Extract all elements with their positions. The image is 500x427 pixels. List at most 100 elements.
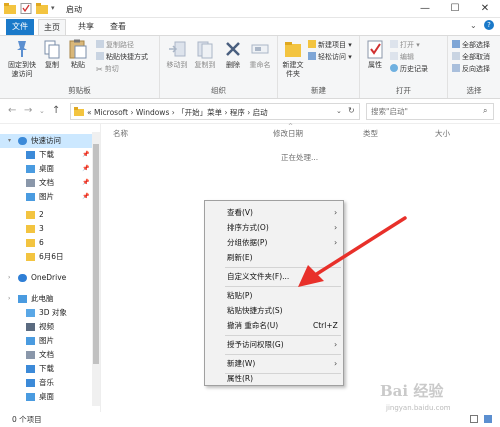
rename-button[interactable]: 重命名 — [246, 39, 274, 70]
sidebar-item[interactable]: 6月6日 — [0, 250, 92, 264]
sidebar-item[interactable]: 3D 对象 — [0, 306, 92, 320]
sidebar-item[interactable]: OneDrive › — [0, 271, 92, 285]
refresh-icon[interactable]: ↻ — [348, 106, 355, 115]
sidebar-item[interactable]: 下载 — [0, 362, 92, 376]
sidebar-item[interactable]: 文档 📌 — [0, 176, 92, 190]
pin-icon[interactable]: 📌 — [82, 190, 89, 204]
sidebar-item[interactable]: 6 — [0, 236, 92, 250]
menu-item-paste-shortcut[interactable]: 粘贴快捷方式(S) — [205, 303, 343, 318]
search-icon[interactable]: ⌕ — [483, 106, 487, 116]
sidebar-item-label: 文档 — [39, 178, 54, 187]
copy-to-label: 复制到 — [194, 61, 216, 69]
select-none-button[interactable]: 全部取消 — [452, 52, 490, 63]
organize-group-label: 组织 — [211, 86, 226, 95]
minimize-button[interactable]: — — [410, 0, 440, 18]
address-row: ← → ⌄ ↑ « Microsoft › Windows › 「开始」菜单 ›… — [0, 99, 500, 124]
sidebar-item-label: 视频 — [39, 322, 54, 331]
new-folder-button[interactable]: 新建文件夹 — [280, 39, 306, 79]
sidebar-item[interactable]: 桌面 📌 — [0, 162, 92, 176]
menu-item-grant-access[interactable]: 授予访问权限(G) › — [205, 337, 343, 352]
menu-item-sort-label: 排序方式(O) — [227, 223, 269, 232]
tab-share[interactable]: 共享 — [72, 19, 100, 35]
recent-locations-icon[interactable]: ⌄ — [39, 107, 45, 115]
sort-caret-icon: ^ — [288, 123, 294, 130]
desktop-icon — [26, 165, 35, 173]
sidebar-item[interactable]: 桌面 — [0, 390, 92, 404]
copy-to-button[interactable]: 复制到 — [192, 39, 218, 70]
pin-icon[interactable]: 📌 — [82, 148, 89, 162]
address-bar[interactable]: « Microsoft › Windows › 「开始」菜单 › 程序 › 启动… — [70, 103, 360, 120]
menu-item-undo-rename[interactable]: 撤消 重命名(U) Ctrl+Z — [205, 318, 343, 333]
tab-home[interactable]: 主页 — [38, 19, 66, 35]
sidebar-item[interactable]: 音乐 — [0, 376, 92, 390]
properties-button[interactable]: 属性 — [364, 39, 386, 70]
copy-path-label: 复制路径 — [106, 41, 134, 49]
history-button[interactable]: 历史记录 — [390, 64, 428, 75]
new-folder-quick-icon[interactable] — [36, 3, 48, 14]
cut-button[interactable]: ✂ 剪切 — [96, 64, 119, 75]
close-button[interactable]: ✕ — [470, 0, 500, 18]
new-group: 新建文件夹 新建项目 ▾ 轻松访问 ▾ 新建 — [278, 36, 360, 98]
address-dropdown-icon[interactable]: ⌄ — [336, 107, 342, 115]
menu-separator — [225, 335, 341, 336]
sidebar-item[interactable]: 此电脑 › — [0, 292, 92, 306]
tab-view[interactable]: 查看 — [104, 19, 132, 35]
sidebar-item-label: 3D 对象 — [39, 308, 67, 317]
new-group-label: 新建 — [311, 86, 326, 95]
forward-arrow-icon[interactable]: → — [24, 105, 32, 116]
paste-button[interactable]: 粘贴 — [66, 39, 90, 70]
sidebar-item[interactable]: 图片 📌 — [0, 190, 92, 204]
sidebar-item-label: 此电脑 — [31, 294, 54, 303]
nav-scrollbar-thumb[interactable] — [93, 144, 99, 364]
sidebar-item[interactable]: 视频 — [0, 320, 92, 334]
search-input[interactable] — [367, 104, 477, 119]
open-button[interactable]: 打开 ▾ — [390, 40, 420, 51]
search-box[interactable]: ⌕ — [366, 103, 494, 120]
select-all-button[interactable]: 全部选择 — [452, 40, 490, 51]
column-header-type[interactable]: 类型 — [363, 128, 378, 139]
help-icon[interactable]: ? — [484, 20, 494, 30]
ribbon-collapse-icon[interactable]: ⌄ — [470, 21, 477, 30]
sidebar-item[interactable]: 图片 — [0, 334, 92, 348]
select-all-icon — [452, 40, 460, 48]
expand-chevron-icon[interactable]: ▾ — [8, 134, 11, 148]
delete-button[interactable]: 删除 — [222, 39, 244, 70]
pin-to-quick-access-button[interactable]: 固定到快速访问 — [4, 39, 40, 79]
column-header-name[interactable]: 名称 — [113, 128, 128, 139]
menu-item-view-label: 查看(V) — [227, 208, 253, 217]
easy-access-button[interactable]: 轻松访问 ▾ — [308, 52, 352, 63]
invert-selection-button[interactable]: 反向选择 — [452, 64, 490, 75]
copy-path-button[interactable]: 复制路径 — [96, 40, 134, 51]
paste-shortcut-button[interactable]: 粘贴快捷方式 — [96, 52, 148, 63]
nav-scrollbar[interactable] — [92, 132, 100, 406]
menu-item-new[interactable]: 新建(W) › — [205, 356, 343, 371]
move-to-button[interactable]: 移动到 — [164, 39, 190, 70]
new-item-button[interactable]: 新建项目 ▾ — [308, 40, 352, 51]
pin-icon[interactable]: 📌 — [82, 162, 89, 176]
sidebar-item[interactable]: 2 — [0, 208, 92, 222]
sidebar-item[interactable]: 下载 📌 — [0, 148, 92, 162]
music-icon — [26, 379, 35, 387]
properties-check-icon[interactable] — [20, 3, 32, 14]
menu-item-paste-shortcut-label: 粘贴快捷方式(S) — [227, 306, 283, 315]
expand-chevron-icon[interactable]: › — [8, 271, 10, 285]
pin-icon[interactable]: 📌 — [82, 176, 89, 190]
folder-icon — [4, 3, 16, 14]
copy-button[interactable]: 复制 — [42, 39, 62, 70]
sidebar-item[interactable]: 快速访问 ▾ — [0, 134, 92, 148]
copy-label: 复制 — [45, 61, 59, 69]
menu-item-properties[interactable]: 属性(R) — [205, 371, 343, 386]
maximize-button[interactable]: ☐ — [440, 0, 470, 18]
sidebar-item[interactable]: 3 — [0, 222, 92, 236]
menu-separator — [225, 354, 341, 355]
edit-button[interactable]: 编辑 — [390, 52, 414, 63]
expand-chevron-icon[interactable]: › — [8, 292, 10, 306]
column-header-size[interactable]: 大小 — [435, 128, 450, 139]
sidebar-item[interactable]: 文档 — [0, 348, 92, 362]
sidebar-item-label: 桌面 — [39, 164, 54, 173]
up-arrow-icon[interactable]: ↑ — [52, 105, 60, 116]
tab-file[interactable]: 文件 — [6, 19, 34, 35]
back-arrow-icon[interactable]: ← — [8, 105, 16, 116]
clipboard-group-label: 剪贴板 — [68, 86, 91, 95]
quick-access-dropdown-icon[interactable]: ▾ — [51, 4, 55, 12]
